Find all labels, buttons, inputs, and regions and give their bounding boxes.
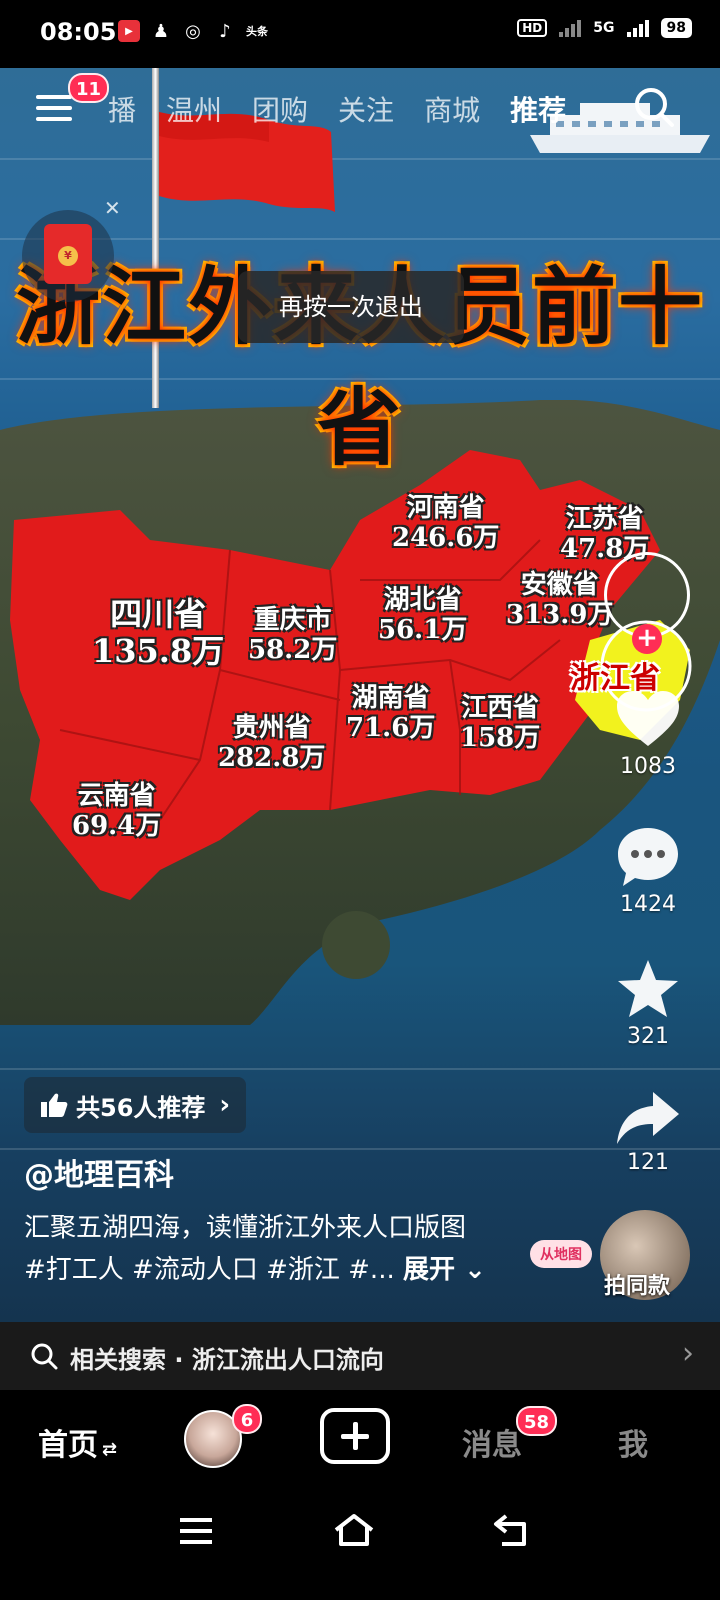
tab-following[interactable]: 关注 bbox=[338, 89, 394, 129]
nav-home[interactable]: 首页 ⇄ bbox=[38, 1420, 117, 1464]
tab-groupbuy[interactable]: 团购 bbox=[252, 89, 308, 129]
map-label-sichuan: 四川省 135.8万 bbox=[92, 595, 225, 670]
system-nav-bar bbox=[0, 1490, 720, 1600]
expand-button[interactable]: 展开 ⌄ bbox=[403, 1255, 486, 1285]
signal-icon-1 bbox=[559, 19, 582, 37]
thumbs-up-icon bbox=[41, 1093, 68, 1117]
favorite-button[interactable]: 321 bbox=[610, 958, 686, 1049]
recommend-pill[interactable]: 共56人推荐 › bbox=[24, 1077, 247, 1133]
tab-recommend[interactable]: 推荐 bbox=[510, 89, 566, 129]
search-icon bbox=[31, 1343, 58, 1370]
menu-badge: 11 bbox=[68, 73, 110, 103]
like-button[interactable]: 1083 bbox=[610, 690, 686, 779]
author-name[interactable]: @地理百科 bbox=[24, 1150, 174, 1194]
nav-me[interactable]: 我 bbox=[618, 1420, 648, 1464]
map-label-yunnan: 云南省 69.4万 bbox=[72, 781, 162, 841]
status-indicators: HD 5G 98 bbox=[517, 18, 692, 38]
home-icon[interactable] bbox=[332, 1512, 376, 1548]
post-caption: 汇聚五湖四海，读懂浙江外来人口版图 #打工人 #流动人口 #浙江 #... 展开… bbox=[24, 1207, 584, 1291]
bottom-nav: 首页 ⇄ 6 消息 58 我 bbox=[0, 1390, 720, 1490]
recommend-text: 共56人推荐 bbox=[76, 1093, 206, 1122]
comment-button[interactable]: 1424 bbox=[610, 826, 686, 917]
network-label: 5G bbox=[593, 20, 615, 36]
red-packet-button[interactable]: ¥ bbox=[22, 210, 114, 302]
search-icon[interactable] bbox=[632, 85, 676, 129]
share-button[interactable]: 121 bbox=[610, 1090, 686, 1175]
menu-icon[interactable] bbox=[178, 1516, 214, 1546]
qq-icon: ♟ bbox=[152, 20, 170, 42]
map-tag-bubble[interactable]: 从地图 bbox=[530, 1240, 592, 1268]
tab-live[interactable]: 播 bbox=[108, 89, 136, 129]
map-label-anhui: 安徽省 313.9万 bbox=[506, 570, 614, 630]
same-style-label[interactable]: 拍同款 bbox=[604, 1268, 670, 1300]
comment-count: 1424 bbox=[620, 892, 676, 917]
map-label-jiangxi: 江西省 158万 bbox=[460, 693, 541, 753]
nav-messages[interactable]: 消息 bbox=[462, 1420, 522, 1464]
status-bar: 08:05 ▶ ♟ ◎ ♪ 头条 HD 5G 98 bbox=[0, 0, 720, 68]
heart-icon bbox=[617, 691, 679, 746]
status-time: 08:05 bbox=[40, 18, 117, 46]
weibo-icon: ◎ bbox=[185, 20, 201, 42]
hd-icon: HD bbox=[517, 19, 548, 37]
messages-badge: 58 bbox=[516, 1406, 558, 1436]
tiktok-icon: ♪ bbox=[219, 20, 231, 42]
tab-mall[interactable]: 商城 bbox=[424, 89, 480, 129]
friends-badge: 6 bbox=[232, 1404, 262, 1434]
map-label-hubei: 湖北省 56.1万 bbox=[378, 585, 468, 645]
toutiao-icon: 头条 bbox=[246, 25, 268, 38]
comment-icon bbox=[618, 828, 678, 886]
map-label-hunan: 湖南省 71.6万 bbox=[346, 683, 436, 743]
related-search-bar[interactable]: 相关搜索 · 浙江流出人口流向 › bbox=[0, 1322, 720, 1390]
exit-toast: 再按一次退出 bbox=[238, 271, 464, 343]
chevron-right-icon: › bbox=[219, 1090, 231, 1120]
video-app-icon: ▶ bbox=[118, 20, 140, 42]
related-search-text: 相关搜索 · 浙江流出人口流向 bbox=[70, 1346, 384, 1374]
map-label-guizhou: 贵州省 282.8万 bbox=[218, 713, 326, 773]
tab-wenzhou[interactable]: 温州 bbox=[166, 89, 222, 129]
red-envelope-icon: ¥ bbox=[44, 224, 92, 284]
favorite-count: 321 bbox=[627, 1024, 669, 1049]
status-app-icons: ▶ ♟ ◎ ♪ 头条 bbox=[118, 20, 268, 42]
star-icon bbox=[618, 960, 678, 1017]
like-count: 1083 bbox=[620, 754, 676, 779]
create-button[interactable] bbox=[320, 1408, 390, 1464]
chevron-right-icon: › bbox=[682, 1336, 694, 1371]
top-nav: 11 播 温州 团购 关注 商城 推荐 bbox=[0, 73, 720, 135]
signal-icon-2 bbox=[626, 19, 649, 37]
share-arrow-icon bbox=[617, 1092, 679, 1144]
share-count: 121 bbox=[627, 1150, 669, 1175]
map-label-chongqing: 重庆市 58.2万 bbox=[248, 605, 338, 665]
close-icon[interactable]: ✕ bbox=[104, 196, 121, 220]
caption-line-2[interactable]: #打工人 #流动人口 #浙江 #... bbox=[24, 1255, 403, 1285]
battery-indicator: 98 bbox=[660, 18, 692, 38]
map-label-henan: 河南省 246.6万 bbox=[392, 493, 500, 553]
back-icon[interactable] bbox=[492, 1512, 532, 1548]
feed-tabs: 播 温州 团购 关注 商城 推荐 bbox=[108, 89, 566, 129]
caption-line-1: 汇聚五湖四海，读懂浙江外来人口版图 bbox=[24, 1213, 467, 1243]
follow-button[interactable]: + bbox=[632, 624, 662, 654]
swap-icon: ⇄ bbox=[102, 1439, 118, 1460]
menu-icon[interactable] bbox=[36, 95, 72, 123]
